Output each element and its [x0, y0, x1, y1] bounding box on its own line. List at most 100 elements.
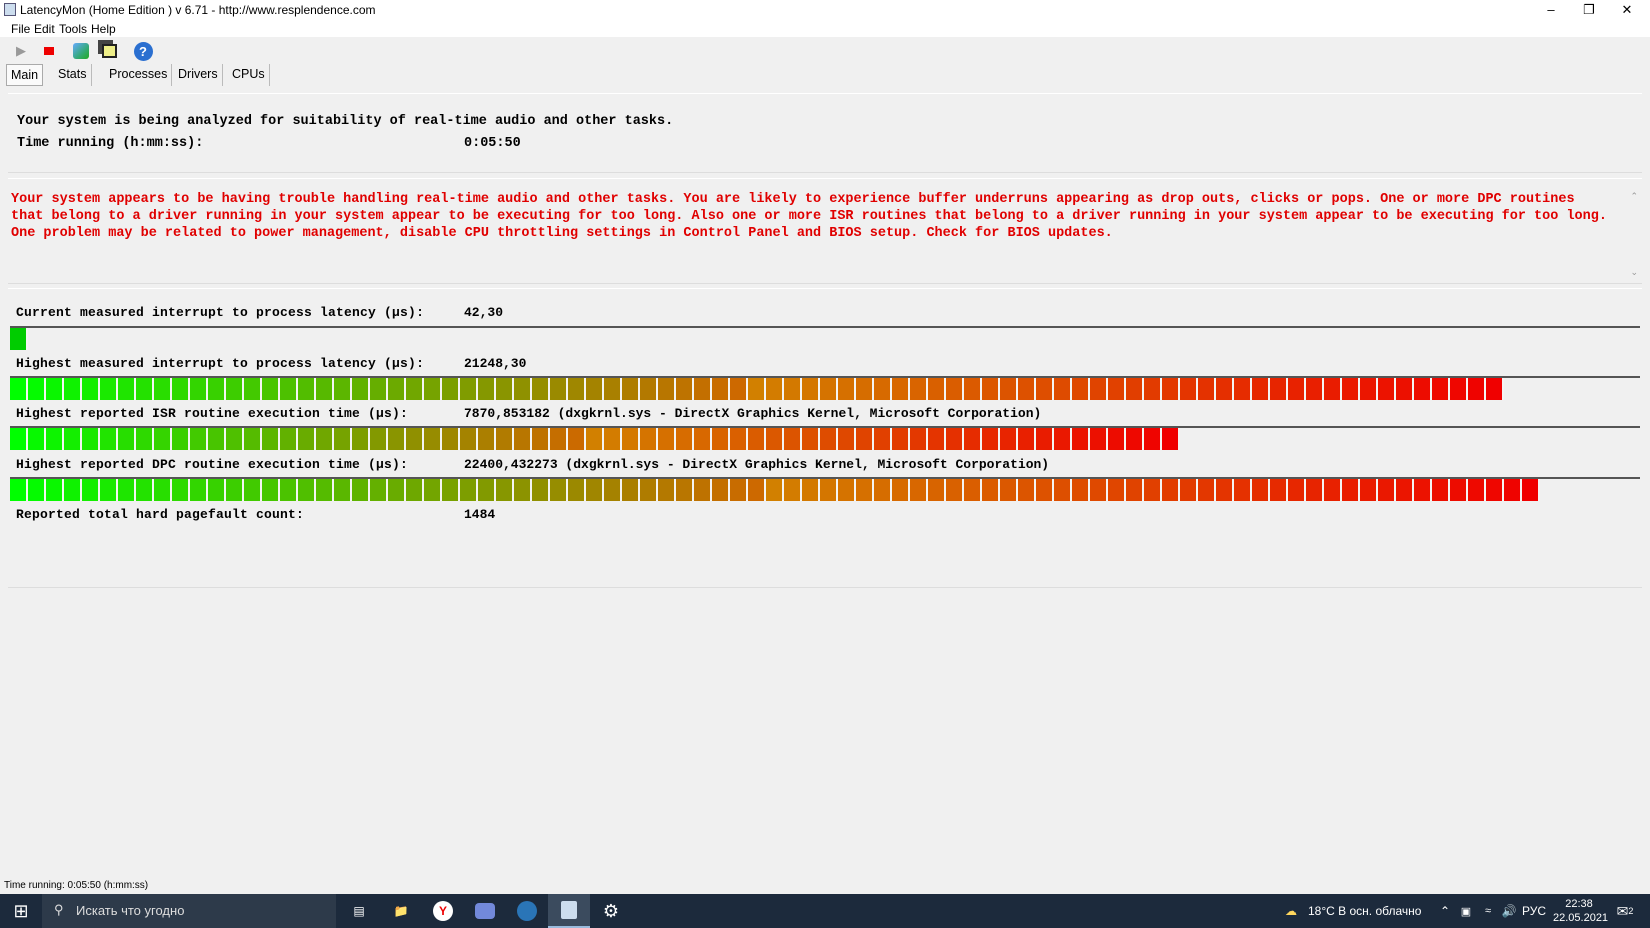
- start-button[interactable]: ⊞: [0, 894, 42, 928]
- bar-segment: [28, 428, 46, 450]
- bar-segment: [1306, 378, 1324, 400]
- notification-count: 2: [1628, 906, 1634, 916]
- bar-segment: [370, 378, 388, 400]
- tab-stats[interactable]: Stats: [54, 64, 92, 86]
- bar-segment: [136, 428, 154, 450]
- tab-drivers[interactable]: Drivers: [174, 64, 223, 86]
- bar-segment: [1270, 378, 1288, 400]
- bar-segment: [658, 479, 676, 501]
- chevron-up-icon[interactable]: ⌃: [1437, 894, 1453, 928]
- clock[interactable]: 22:38 22.05.2021: [1553, 897, 1608, 925]
- scroll-down-icon[interactable]: ⌄: [1630, 267, 1638, 278]
- bar-segment: [1108, 479, 1126, 501]
- bar-segment: [1360, 378, 1378, 400]
- pagefault-label: Reported total hard pagefault count:: [16, 507, 305, 522]
- yandex-browser-icon[interactable]: Y: [422, 894, 464, 928]
- dpc-time-label: Highest reported DPC routine execution t…: [16, 457, 409, 472]
- bar-segment: [964, 479, 982, 501]
- weather-text[interactable]: 18°C В осн. облачно: [1308, 894, 1421, 928]
- bar-segment: [640, 378, 658, 400]
- wifi-icon[interactable]: ≈: [1480, 894, 1496, 928]
- language-indicator[interactable]: РУС: [1522, 894, 1546, 928]
- bar-segment: [712, 428, 730, 450]
- tab-main[interactable]: Main: [6, 64, 44, 86]
- bar-segment: [442, 479, 460, 501]
- menu-bar: File Edit Tools Help: [0, 21, 1650, 37]
- bar-segment: [1234, 378, 1252, 400]
- bar-segment: [874, 479, 892, 501]
- close-button[interactable]: ✕: [1608, 0, 1646, 21]
- bar-segment: [1144, 428, 1162, 450]
- bar-segment: [298, 479, 316, 501]
- drivers-search-icon[interactable]: [70, 41, 92, 61]
- bar-segment: [1018, 428, 1036, 450]
- bar-segment: [442, 378, 460, 400]
- minimize-button[interactable]: –: [1532, 0, 1570, 21]
- settings-icon[interactable]: ⚙: [590, 894, 632, 928]
- help-icon[interactable]: ?: [132, 41, 154, 61]
- stop-icon[interactable]: [38, 41, 60, 61]
- app-icon: [4, 3, 16, 16]
- scroll-up-icon[interactable]: ⌃: [1630, 191, 1638, 202]
- discord-icon[interactable]: [464, 894, 506, 928]
- weather-icon: ☁: [1285, 904, 1297, 918]
- taskbar-search[interactable]: ⚲ Искать что угодно: [42, 894, 336, 928]
- bar-segment: [1324, 378, 1342, 400]
- bar-segment: [496, 428, 514, 450]
- bar-segment: [892, 378, 910, 400]
- time-running-value: 0:05:50: [464, 136, 521, 151]
- bar-segment: [928, 378, 946, 400]
- bar-segment: [640, 479, 658, 501]
- dpc-time-value: 22400,432273 (dxgkrnl.sys - DirectX Grap…: [464, 457, 1050, 472]
- tab-cpus[interactable]: CPUs: [228, 64, 270, 86]
- menu-file[interactable]: File: [11, 22, 30, 36]
- search-icon: ⚲: [54, 902, 64, 917]
- bar-segment: [802, 378, 820, 400]
- current-latency-value: 42,30: [464, 305, 504, 320]
- bar-segment: [46, 378, 64, 400]
- menu-help[interactable]: Help: [91, 22, 116, 36]
- bar-segment: [604, 378, 622, 400]
- bar-segment: [1486, 378, 1504, 400]
- steam-icon[interactable]: [506, 894, 548, 928]
- bar-segment: [226, 479, 244, 501]
- notifications-icon[interactable]: ✉ 2: [1612, 894, 1638, 928]
- analysis-header: Your system is being analyzed for suitab…: [8, 93, 1642, 173]
- bar-segment: [1522, 479, 1540, 501]
- bar-segment: [928, 479, 946, 501]
- tab-processes[interactable]: Processes: [105, 64, 173, 86]
- latencymon-taskbar-icon[interactable]: [548, 894, 590, 928]
- pagefault-value: 1484: [464, 507, 496, 522]
- bar-segment: [550, 378, 568, 400]
- bar-segment: [388, 479, 406, 501]
- bar-segment: [190, 428, 208, 450]
- menu-tools[interactable]: Tools: [59, 22, 87, 36]
- status-text: Time running: 0:05:50 (h:mm:ss): [4, 880, 149, 891]
- bar-segment: [1432, 479, 1450, 501]
- warning-box: Your system appears to be having trouble…: [8, 178, 1642, 284]
- menu-edit[interactable]: Edit: [34, 22, 55, 36]
- bar-segment: [280, 479, 298, 501]
- play-icon[interactable]: ▶: [10, 41, 32, 61]
- bar-segment: [874, 378, 892, 400]
- bar-segment: [64, 378, 82, 400]
- bar-segment: [1108, 378, 1126, 400]
- bar-segment: [550, 428, 568, 450]
- task-view-icon[interactable]: ▤: [338, 894, 380, 928]
- bar-segment: [622, 479, 640, 501]
- bar-segment: [604, 479, 622, 501]
- file-explorer-icon[interactable]: 📁: [380, 894, 422, 928]
- bar-segment: [1396, 479, 1414, 501]
- bar-segment: [100, 428, 118, 450]
- bar-segment: [46, 479, 64, 501]
- bar-segment: [514, 378, 532, 400]
- volume-icon[interactable]: 🔊: [1500, 894, 1518, 928]
- restore-button[interactable]: ❐: [1570, 0, 1608, 21]
- bar-segment: [676, 479, 694, 501]
- bar-segment: [910, 479, 928, 501]
- bar-segment: [10, 479, 28, 501]
- windows-icon[interactable]: [98, 41, 120, 61]
- current-latency-label: Current measured interrupt to process la…: [16, 305, 425, 320]
- meet-now-icon[interactable]: ▣: [1458, 894, 1474, 928]
- bar-segment: [1000, 428, 1018, 450]
